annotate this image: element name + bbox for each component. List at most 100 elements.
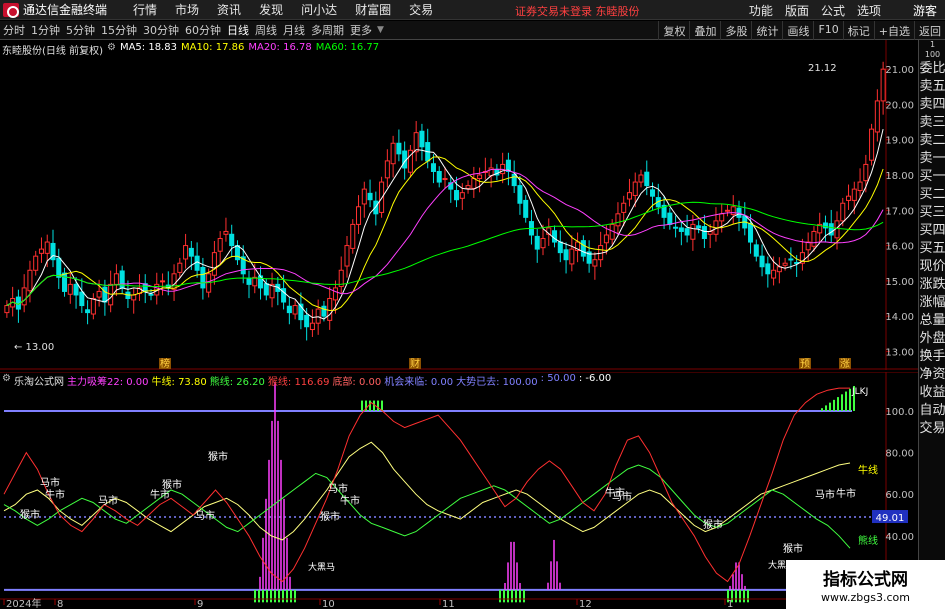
sidebar-item-turnover[interactable]: 换手 (919, 348, 945, 366)
signal-annotation: 猴市 (162, 478, 182, 491)
period-multi[interactable]: 多周期 (308, 22, 347, 38)
indicator-chart[interactable]: 100.080.0060.0040.0020.0049.01牛线熊线马市牛市猴市… (0, 371, 918, 609)
signal-annotation: 马市 (98, 494, 118, 507)
x-tick-label: 9 (197, 599, 203, 609)
period-15min[interactable]: 15分钟 (98, 22, 140, 38)
sidebar-item-price[interactable]: 现价 (919, 258, 945, 276)
menu-item-ask[interactable]: 问小达 (301, 1, 337, 18)
menu-item-market[interactable]: 市场 (175, 1, 199, 18)
period-daily[interactable]: 日线 (224, 22, 252, 38)
candlestick-svg[interactable]: 21.00 20.00 19.00 18.00 17.00 16.00 15.00 14.00… (0, 40, 918, 370)
candle-body (465, 185, 471, 189)
settings-gear-icon[interactable]: ⚙ (107, 42, 116, 57)
sidebar-item-weibi[interactable]: 委比 (919, 60, 945, 78)
candle-body (160, 280, 166, 283)
menu-item-formula[interactable]: 公式 (821, 2, 845, 19)
menu-item-options[interactable]: 选项 (857, 2, 881, 19)
legend-bull-line: 牛线: 73.80 (151, 377, 207, 388)
tool-adjust-button[interactable]: 复权 (658, 21, 689, 40)
signal-annotation: 牛市 (340, 494, 360, 507)
menu-item-function[interactable]: 功能 (749, 2, 773, 19)
event-marker-label: 财 (410, 357, 420, 370)
title-bar: 通达信金融终端 行情 市场 资讯 发现 问小达 财富圈 交易 证券交易未登录 东… (0, 0, 945, 20)
candle-body (332, 287, 338, 301)
sidebar-item-buy4[interactable]: 买四 (919, 222, 945, 240)
sidebar-item-auto[interactable]: 自动 (919, 402, 945, 420)
sidebar-item-net-asset[interactable]: 净资 (919, 366, 945, 384)
sidebar-item-change-pct[interactable]: 涨幅 (919, 294, 945, 312)
candle-body (552, 230, 558, 243)
sidebar-item-sell5[interactable]: 卖五 (919, 78, 945, 96)
event-marker-label: 榜 (160, 357, 170, 370)
candle-body (684, 228, 690, 236)
period-5min[interactable]: 5分钟 (63, 22, 98, 38)
menu-item-news[interactable]: 资讯 (217, 1, 241, 18)
formula-gear-icon[interactable]: ⚙ (2, 373, 11, 388)
signal-annotation: 马市 (40, 476, 60, 489)
period-30min[interactable]: 30分钟 (140, 22, 182, 38)
sidebar-item-buy1[interactable]: 买一 (919, 168, 945, 186)
candle-body (304, 314, 310, 328)
guest-user[interactable]: 游客 (913, 2, 937, 19)
ma-legend: 东睦股份(日线 前复权) ⚙ MA5: 18.83 MA10: 17.86 MA… (2, 42, 379, 57)
y-tick-label: 20.00 (885, 100, 914, 111)
sidebar-item-sell3[interactable]: 卖三 (919, 114, 945, 132)
candle-body (177, 262, 183, 273)
sidebar-item-change[interactable]: 涨跌 (919, 276, 945, 294)
period-60min[interactable]: 60分钟 (182, 22, 224, 38)
tool-f10-button[interactable]: F10 (813, 21, 842, 40)
period-intraday[interactable]: 分时 (0, 22, 28, 38)
sidebar-item-sell2[interactable]: 卖二 (919, 132, 945, 150)
candle-body (390, 142, 396, 165)
tool-mark-button[interactable]: 标记 (842, 21, 874, 40)
sidebar-item-sell4[interactable]: 卖四 (919, 96, 945, 114)
period-1min[interactable]: 1分钟 (28, 22, 63, 38)
candle-body (603, 234, 609, 244)
tool-multi-stock-button[interactable]: 多股 (720, 21, 751, 40)
sidebar-item-buy3[interactable]: 买三 (919, 204, 945, 222)
candle-body (840, 202, 846, 222)
candle-body (615, 213, 621, 227)
tool-back-button[interactable]: 返回 (914, 21, 945, 40)
tool-overlay-button[interactable]: 叠加 (689, 21, 720, 40)
candle-body (396, 142, 402, 155)
indicator-svg[interactable]: 100.080.0060.0040.0020.0049.01牛线熊线马市牛市猴市… (0, 371, 918, 609)
sidebar-item-buy5[interactable]: 买五 (919, 240, 945, 258)
period-more[interactable]: 更多 (347, 22, 375, 38)
sidebar-item-outer[interactable]: 外盘 (919, 330, 945, 348)
candle-body (632, 181, 638, 196)
candle-body (724, 209, 730, 212)
sidebar-item-earnings[interactable]: 收益 (919, 384, 945, 402)
candlestick-chart[interactable]: 21.00 20.00 19.00 18.00 17.00 16.00 15.00 14.00… (0, 40, 918, 370)
legend-fifty: : 50.00 (540, 373, 576, 384)
sidebar-small-top-2: 100 (924, 50, 941, 59)
tool-add-watchlist-button[interactable]: +自选 (873, 21, 914, 40)
period-weekly[interactable]: 周线 (252, 22, 280, 38)
menu-item-trade[interactable]: 交易 (409, 1, 433, 18)
candle-body (96, 290, 102, 298)
candle-body (580, 240, 586, 257)
period-monthly[interactable]: 月线 (280, 22, 308, 38)
sidebar-item-buy2[interactable]: 买二 (919, 186, 945, 204)
login-notice[interactable]: 证券交易未登录 东睦股份 (515, 3, 640, 19)
tool-stats-button[interactable]: 统计 (751, 21, 782, 40)
candle-body (730, 206, 736, 216)
menu-item-layout[interactable]: 版面 (785, 2, 809, 19)
menu-item-wealth[interactable]: 财富圈 (355, 1, 391, 18)
menu-item-quotes[interactable]: 行情 (133, 1, 157, 18)
sidebar-item-sell1[interactable]: 卖一 (919, 150, 945, 168)
menu-item-discover[interactable]: 发现 (259, 1, 283, 18)
sidebar-item-volume[interactable]: 总量 (919, 312, 945, 330)
chevron-down-icon[interactable]: ▼ (377, 25, 384, 35)
candle-body (592, 259, 598, 267)
candle-body (33, 255, 39, 271)
candle-body (811, 230, 817, 247)
sidebar-item-trade[interactable]: 交易 (919, 420, 945, 438)
candle-body (644, 171, 650, 187)
tool-draw-button[interactable]: 画线 (782, 21, 813, 40)
candle-body (85, 309, 91, 314)
candle-body (292, 305, 298, 315)
signal-annotation: 猴市 (208, 450, 228, 463)
indicator-line-2 (3, 387, 850, 583)
main-menu: 行情 市场 资讯 发现 问小达 财富圈 交易 (133, 1, 451, 18)
